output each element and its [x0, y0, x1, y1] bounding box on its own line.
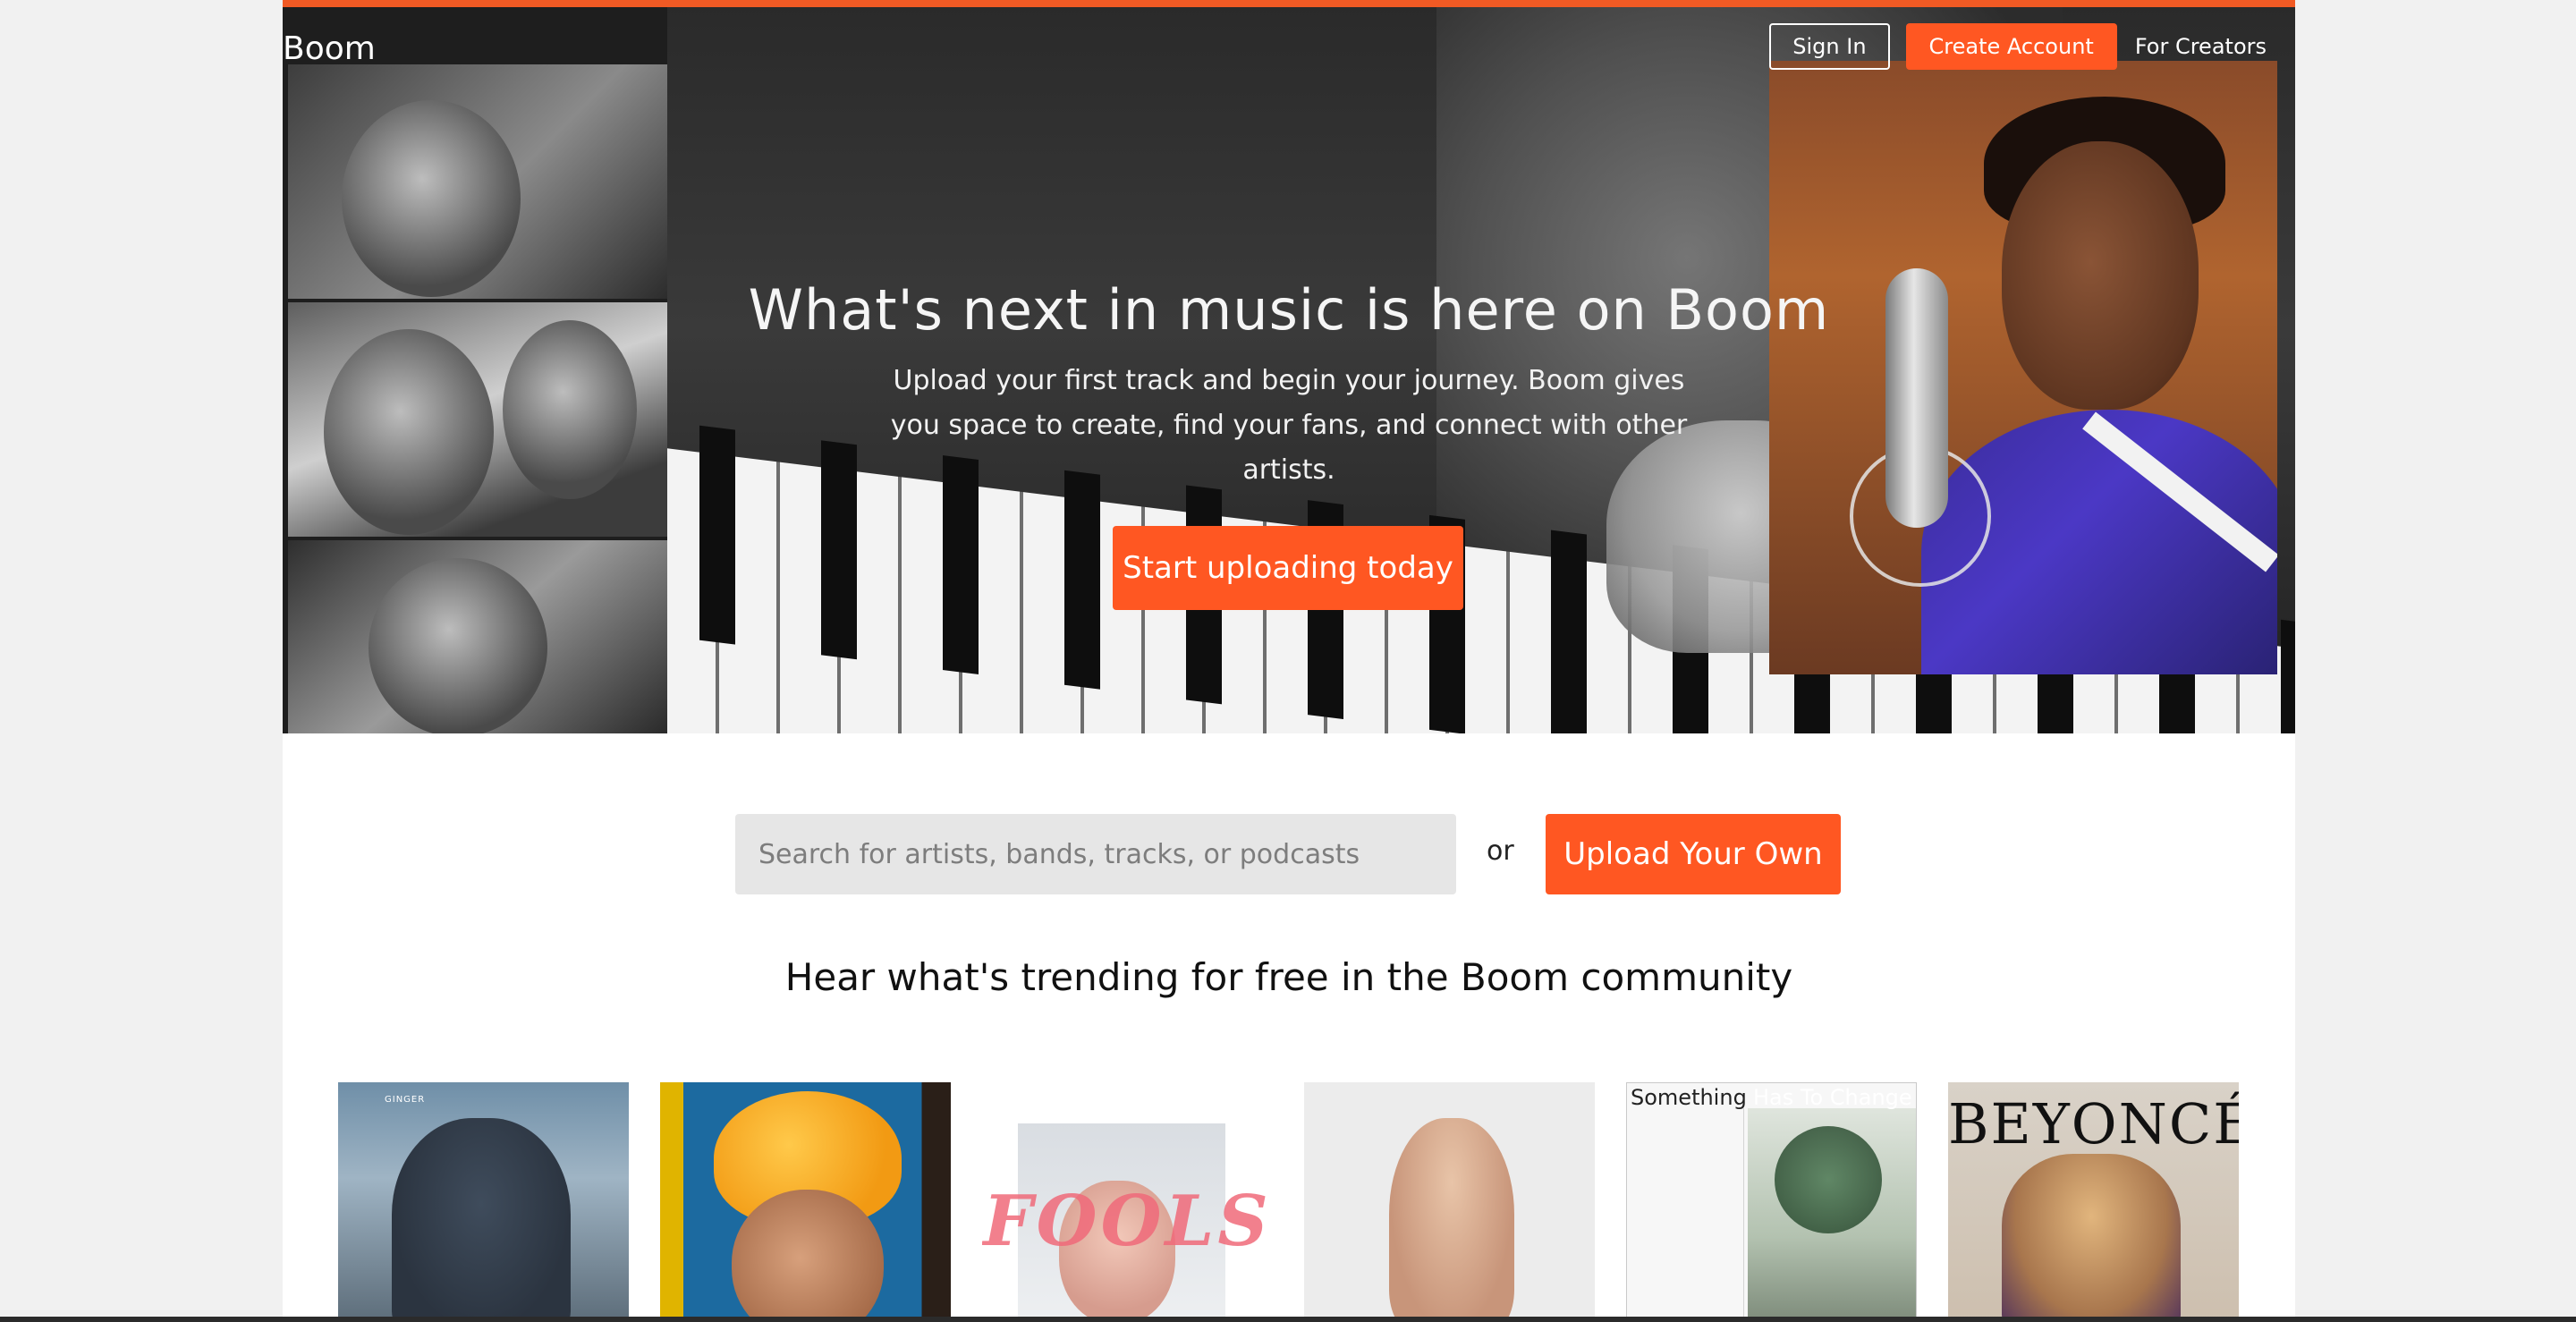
search-input[interactable]: [735, 814, 1456, 894]
page: Boom Sign In Create Account For Creators…: [283, 0, 2295, 1322]
album-card-6[interactable]: BEYONCÉ: [1948, 1082, 2239, 1322]
album-card-6-title: BEYONCÉ: [1948, 1091, 2239, 1157]
for-creators-link[interactable]: For Creators: [2133, 34, 2268, 59]
hero-title: What's next in music is here on Boom: [748, 277, 1830, 343]
album-card-5-left-panel: [1627, 1108, 1744, 1321]
album-card-4[interactable]: [1304, 1082, 1595, 1322]
album-card-3[interactable]: FOOLS: [982, 1082, 1273, 1322]
album-card-5[interactable]: Something Has To Change: [1626, 1082, 1917, 1322]
collage-photo-3: [288, 540, 667, 733]
collage-person-4: [369, 558, 547, 733]
album-card-1-title: GINGER: [385, 1095, 426, 1105]
album-card-2[interactable]: [660, 1082, 951, 1322]
or-separator: or: [1487, 835, 1514, 867]
hero-subtitle: Upload your first track and begin your j…: [890, 365, 1688, 486]
album-card-1[interactable]: GINGER: [338, 1082, 629, 1322]
album-card-1-cover-art: [392, 1118, 571, 1322]
hero-text: What's next in music is here on Boom Upl…: [283, 277, 2295, 493]
create-account-button[interactable]: Create Account: [1905, 23, 2117, 70]
collage-photo-1: [288, 64, 667, 299]
search-row: or Upload Your Own: [283, 814, 2295, 894]
trending-heading: Hear what's trending for free in the Boo…: [784, 955, 1793, 999]
accent-strip: [283, 0, 2295, 7]
album-card-6-cover-art: [2002, 1154, 2181, 1322]
album-card-5-plant: [1775, 1126, 1882, 1233]
album-card-2-face: [732, 1190, 884, 1322]
album-card-5-title-left: Something: [1631, 1085, 1747, 1110]
header-nav: Sign In Create Account For Creators: [1769, 23, 2268, 70]
album-card-5-title-right: Has To Change: [1753, 1085, 1912, 1110]
album-card-3-title: FOOLS: [983, 1181, 1272, 1262]
upload-your-own-button[interactable]: Upload Your Own: [1546, 814, 1841, 894]
boom-logo[interactable]: Boom: [283, 30, 376, 67]
start-uploading-button[interactable]: Start uploading today: [1113, 526, 1463, 610]
collage-person-1: [342, 100, 521, 297]
sign-in-button[interactable]: Sign In: [1769, 23, 1890, 70]
hero-section: Boom Sign In Create Account For Creators…: [283, 0, 2295, 733]
window-bottom-edge: [0, 1317, 2576, 1322]
album-card-4-cover-art: [1389, 1118, 1514, 1322]
